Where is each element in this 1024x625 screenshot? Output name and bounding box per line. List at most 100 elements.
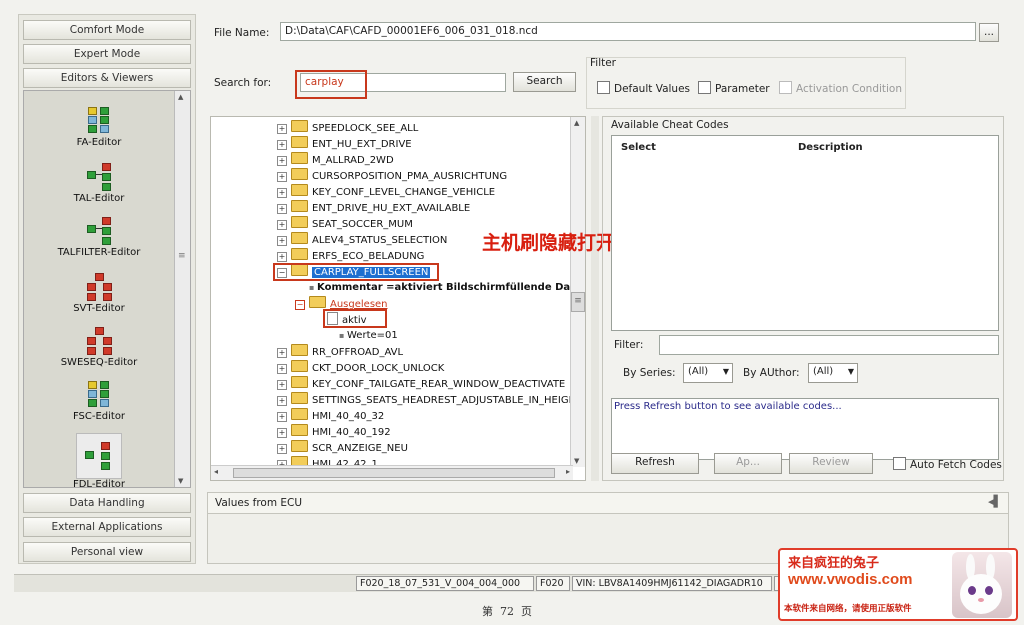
fa-editor-icon [84, 105, 114, 135]
author-dropdown[interactable]: (All) ▼ [808, 363, 858, 383]
refresh-button[interactable]: Refresh [611, 453, 699, 474]
scroll-grip-icon[interactable]: ≡ [178, 251, 186, 261]
tree-vertical-scrollbar[interactable]: ▲ ≡ ▼ [570, 117, 585, 467]
folder-icon [291, 360, 308, 372]
tree-node[interactable]: + KEY_CONF_LEVEL_CHANGE_VEHICLE [277, 184, 495, 199]
series-dropdown[interactable]: (All) ▼ [683, 363, 733, 383]
tree-node[interactable]: + SPEEDLOCK_SEE_ALL [277, 120, 418, 135]
tree-node[interactable]: + HMI_40_40_192 [277, 424, 391, 439]
editor-talfilter[interactable]: TALFILTER-Editor [24, 215, 174, 258]
scroll-up-icon[interactable]: ▲ [178, 93, 183, 101]
tree-node[interactable]: + M_ALLRAD_2WD [277, 152, 394, 167]
editor-fdl[interactable]: FDL-Editor [24, 433, 174, 487]
tree-node[interactable]: + KEY_CONF_TAILGATE_REAR_WINDOW_DEACTIVAT… [277, 376, 565, 391]
ecu-title: Values from ECU [215, 497, 303, 509]
tree-node[interactable]: + RR_OFFROAD_AVL [277, 344, 403, 359]
tree-node[interactable]: + ENT_HU_EXT_DRIVE [277, 136, 412, 151]
external-applications-button[interactable]: External Applications [23, 517, 191, 537]
cheat-codes-panel: Available Cheat Codes Select Description… [602, 116, 1004, 481]
aktiv-node-highlight-box [323, 309, 387, 328]
parameter-checkbox[interactable]: Parameter [698, 81, 770, 95]
expand-icon[interactable]: + [277, 412, 287, 422]
scroll-down-icon[interactable]: ▼ [178, 477, 183, 485]
splitter[interactable] [591, 116, 599, 481]
folder-icon [291, 440, 308, 452]
expand-icon[interactable]: + [277, 140, 287, 150]
comfort-mode-button[interactable]: Comfort Mode [23, 20, 191, 40]
editor-fsc[interactable]: FSC-Editor [24, 379, 174, 422]
column-description[interactable]: Description [798, 142, 863, 153]
leaf-icon: ▪ [339, 331, 345, 340]
expand-icon[interactable]: + [277, 396, 287, 406]
search-button[interactable]: Search [513, 72, 576, 92]
expand-icon[interactable]: + [277, 204, 287, 214]
editors-viewers-button[interactable]: Editors & Viewers [23, 68, 191, 88]
editor-label: FSC-Editor [72, 411, 126, 422]
tree-node[interactable]: + SCR_ANZEIGE_NEU [277, 440, 408, 455]
tree-node-label: ENT_DRIVE_HU_EXT_AVAILABLE [312, 203, 471, 214]
expand-icon[interactable]: + [277, 172, 287, 182]
personal-view-button[interactable]: Personal view [23, 542, 191, 562]
folder-open-icon [309, 296, 326, 308]
data-handling-button[interactable]: Data Handling [23, 493, 191, 513]
expand-icon[interactable]: + [277, 188, 287, 198]
default-values-label: Default Values [614, 83, 691, 95]
parameter-tree[interactable]: + SPEEDLOCK_SEE_ALL + ENT_HU_EXT_DRIVE + M_AL… [210, 116, 586, 481]
browse-button[interactable]: ... [979, 23, 999, 42]
default-values-checkbox[interactable]: Default Values [597, 81, 690, 95]
expert-mode-button[interactable]: Expert Mode [23, 44, 191, 64]
tree-node[interactable]: + CURSORPOSITION_PMA_AUSRICHTUNG [277, 168, 507, 183]
cheat-info-box: Press Refresh button to see available co… [611, 398, 999, 460]
expand-icon[interactable]: + [277, 428, 287, 438]
editor-fa[interactable]: FA-Editor [24, 105, 174, 148]
editor-label: FA-Editor [76, 137, 122, 148]
scroll-down-icon[interactable]: ▼ [574, 457, 579, 465]
editor-svt[interactable]: SVT-Editor [24, 271, 174, 314]
folder-icon [291, 200, 308, 212]
sweseq-editor-icon [84, 325, 114, 355]
tree-node[interactable]: + SETTINGS_SEATS_HEADREST_ADJUSTABLE_IN_H… [277, 392, 576, 407]
cheat-codes-table[interactable]: Select Description [611, 135, 999, 331]
expand-icon[interactable]: + [277, 364, 287, 374]
tree-node[interactable]: + HMI_40_40_32 [277, 408, 384, 423]
expand-icon[interactable]: + [277, 252, 287, 262]
tree-leaf[interactable]: ▪ Kommentar =aktiviert Bildschirmfüllende… [309, 280, 585, 295]
status-version: F020_18_07_531_V_004_004_000 [356, 576, 534, 591]
scroll-up-icon[interactable]: ▲ [574, 119, 579, 127]
auto-fetch-checkbox[interactable]: Auto Fetch Codes [893, 457, 1002, 471]
expand-icon[interactable]: + [277, 156, 287, 166]
editors-scrollbar[interactable]: ▲ ≡ ▼ [174, 91, 190, 487]
scroll-right-icon[interactable]: ▸ [566, 467, 570, 476]
scroll-left-icon[interactable]: ◂ [214, 467, 218, 476]
watermark: 来自疯狂的兔子 www.vwodis.com 本软件来自网络，请使用正版软件 [778, 548, 1018, 621]
tree-node[interactable]: + ENT_DRIVE_HU_EXT_AVAILABLE [277, 200, 470, 215]
tree-leaf[interactable]: ▪ Werte=01 [339, 328, 398, 343]
expand-icon[interactable]: + [277, 236, 287, 246]
folder-icon [291, 216, 308, 228]
cheat-filter-input[interactable] [659, 335, 999, 355]
editor-label: SVT-Editor [73, 303, 125, 314]
scroll-thumb[interactable] [233, 468, 555, 478]
tree-node[interactable]: + SEAT_SOCCER_MUM [277, 216, 413, 231]
leaf-icon: ▪ [309, 283, 315, 292]
pin-icon[interactable]: ◂▌ [988, 495, 1002, 508]
expand-icon[interactable]: + [277, 380, 287, 390]
tree-horizontal-scrollbar[interactable]: ◂ ▸ [211, 465, 573, 480]
tree-node[interactable]: + ALEV4_STATUS_SELECTION [277, 232, 447, 247]
activation-condition-checkbox[interactable]: Activation Condition [779, 81, 902, 95]
column-select[interactable]: Select [621, 142, 656, 153]
editor-sweseq[interactable]: SWESEQ-Editor [24, 325, 174, 368]
collapse-icon[interactable]: − [295, 300, 305, 310]
expand-icon[interactable]: + [277, 348, 287, 358]
editor-tal[interactable]: TAL-Editor [24, 161, 174, 204]
expand-icon[interactable]: + [277, 124, 287, 134]
scroll-thumb[interactable]: ≡ [571, 292, 585, 312]
review-button[interactable]: Review [789, 453, 873, 474]
file-name-field[interactable]: D:\Data\CAF\CAFD_00001EF6_006_031_018.nc… [280, 22, 976, 41]
tree-node[interactable]: + ERFS_ECO_BELADUNG [277, 248, 424, 263]
apply-button[interactable]: Ap... [714, 453, 782, 474]
expand-icon[interactable]: + [277, 444, 287, 454]
expand-icon[interactable]: + [277, 220, 287, 230]
tree-node-label: ERFS_ECO_BELADUNG [312, 251, 425, 262]
tree-node[interactable]: + CKT_DOOR_LOCK_UNLOCK [277, 360, 444, 375]
